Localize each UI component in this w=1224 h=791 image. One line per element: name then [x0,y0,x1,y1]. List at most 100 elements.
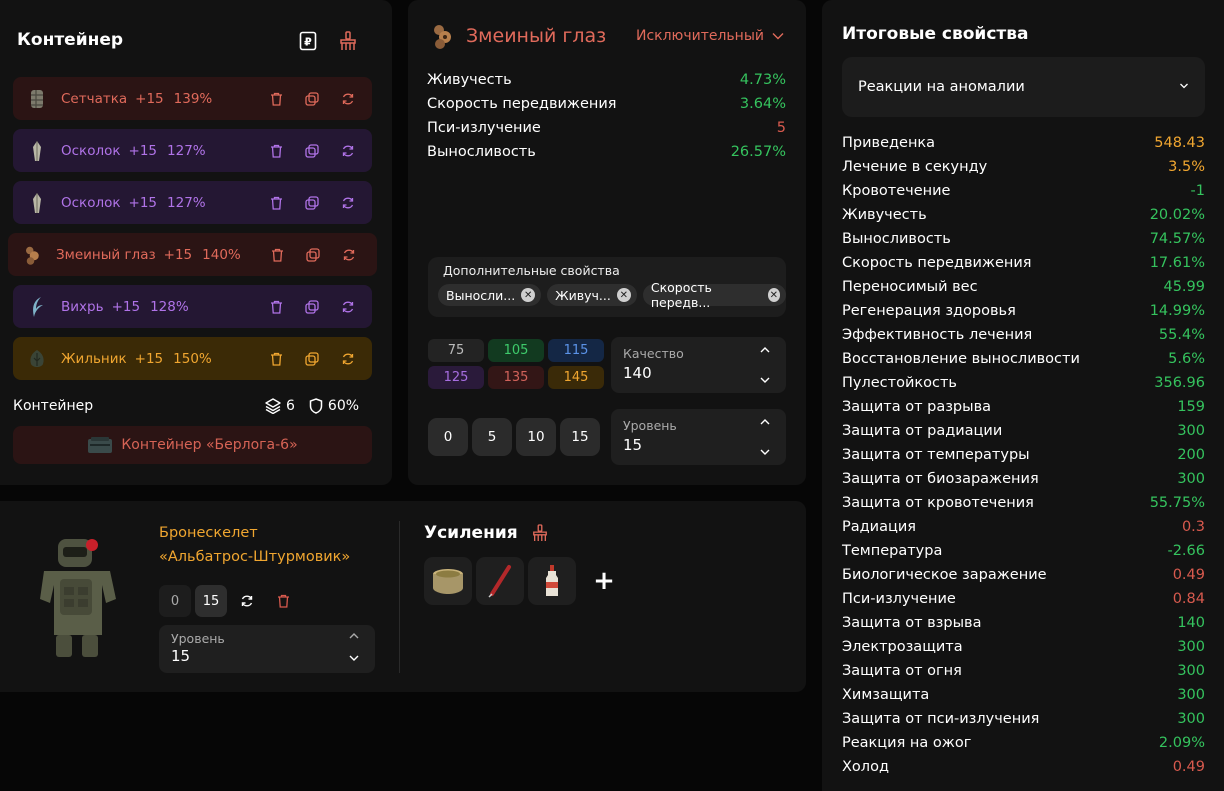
trash-icon[interactable] [268,91,284,107]
refresh-icon[interactable] [231,585,263,617]
trash-icon[interactable] [268,195,284,211]
level-preset-button[interactable]: 5 [472,418,512,456]
property-name: Выносливость [427,144,536,160]
trash-icon[interactable] [268,351,284,367]
total-name: Выносливость [842,231,951,247]
level-preset-button[interactable]: 0 [428,418,468,456]
total-name: Химзащита [842,687,930,703]
refresh-icon[interactable] [340,299,356,315]
chevron-down-icon[interactable] [349,655,359,661]
trash-icon[interactable] [268,299,284,315]
chevron-up-icon[interactable] [760,347,770,353]
quality-preset-button[interactable]: 135 [488,366,544,389]
level-presets: 0 5 10 15 [428,418,600,456]
price-tag-icon[interactable]: ₽ [298,30,318,52]
copy-icon[interactable] [305,247,321,263]
armor-level-0-button[interactable]: 0 [159,585,191,617]
refresh-icon[interactable] [340,351,356,367]
mesh-artifact-icon [27,88,47,110]
boost-slot-bottle[interactable] [528,557,576,605]
snake-eye-artifact-icon [434,25,451,49]
total-name: Кровотечение [842,183,951,199]
chevron-down-icon[interactable] [760,377,770,383]
artifact-row-level: +15 [128,194,158,211]
copy-icon[interactable] [304,351,320,367]
total-row: Температура -2.66 [842,539,1205,563]
extra-property-chip[interactable]: Выносли... ✕ [438,284,542,306]
chevron-down-icon [1180,83,1188,89]
boost-slot-syringe[interactable] [476,557,524,605]
clear-broom-icon[interactable] [532,524,548,542]
level-preset-button[interactable]: 15 [560,418,600,456]
chip-remove-icon[interactable]: ✕ [767,288,780,302]
artifact-row-level: +15 [134,350,164,367]
chevron-up-icon[interactable] [760,419,770,425]
chip-remove-icon[interactable]: ✕ [521,288,536,302]
level-spinner[interactable]: Уровень 15 [611,409,786,465]
container-select-button[interactable]: Контейнер «Берлога-6» [13,426,372,464]
total-name: Приведенка [842,135,936,151]
totals-filter-select[interactable]: Реакции на аномалии [842,57,1205,117]
quality-preset-button[interactable]: 115 [548,339,604,362]
total-value: -1 [1190,183,1205,199]
protection-stat: 60% [309,398,359,414]
quality-preset-button[interactable]: 105 [488,339,544,362]
artifact-row[interactable]: Осколок +15 127% [13,129,372,172]
copy-icon[interactable] [304,195,320,211]
artifact-row[interactable]: Вихрь +15 128% [13,285,372,328]
artifact-row-name: Осколок [61,194,121,211]
total-row: Химзащита 300 [842,683,1205,707]
chevron-up-icon[interactable] [349,633,359,639]
trash-icon[interactable] [267,585,299,617]
armor-level-15-button[interactable]: 15 [195,585,227,617]
artifact-row[interactable]: Сетчатка +15 139% [13,77,372,120]
total-name: Защита от температуры [842,447,1030,463]
armor-image [30,531,130,661]
refresh-icon[interactable] [340,143,356,159]
copy-icon[interactable] [304,143,320,159]
level-preset-button[interactable]: 10 [516,418,556,456]
armor-level-spinner[interactable]: Уровень 15 [159,625,375,673]
quality-dropdown[interactable]: Исключительный [636,28,784,44]
refresh-icon[interactable] [340,91,356,107]
quality-preset-button[interactable]: 125 [428,366,484,389]
add-boost-button[interactable]: + [580,557,628,605]
total-name: Регенерация здоровья [842,303,1016,319]
container-case-icon [88,437,113,453]
total-value: 140 [1177,615,1205,631]
artifact-header: Змеиный глаз [430,22,606,50]
container-stats: 6 60% [265,398,359,414]
total-row: Реакция на ожог 2.09% [842,731,1205,755]
armor-level-label: Уровень [171,631,225,646]
artifact-row-level: +15 [111,298,141,315]
boosts-row: + [424,557,628,605]
extra-property-chip[interactable]: Живуч... ✕ [547,284,637,306]
clear-broom-icon[interactable] [338,30,358,52]
artifact-row[interactable]: Жильник +15 150% [13,337,372,380]
artifact-row-level: +15 [128,142,158,159]
armor-divider [399,521,400,673]
copy-icon[interactable] [304,91,320,107]
total-name: Защита от пси-излучения [842,711,1040,727]
artifact-row[interactable]: Змеиный глаз +15 140% [8,233,377,276]
quality-preset-button[interactable]: 75 [428,339,484,362]
quality-spinner[interactable]: Качество 140 [611,337,786,393]
chip-label: Скорость передв... [650,280,712,310]
boosts-title: Усиления [424,523,518,543]
trash-icon[interactable] [268,143,284,159]
bottle-icon [546,565,558,596]
refresh-icon[interactable] [340,195,356,211]
artifact-row[interactable]: Осколок +15 127% [13,181,372,224]
trash-icon[interactable] [269,247,285,263]
boost-slot-pot[interactable] [424,557,472,605]
chip-remove-icon[interactable]: ✕ [616,288,631,302]
quality-preset-button[interactable]: 145 [548,366,604,389]
armor-name-line1: Бронескелет [159,525,258,541]
protection-value: 60% [327,398,360,414]
refresh-icon[interactable] [341,247,357,263]
copy-icon[interactable] [304,299,320,315]
extra-properties-box[interactable]: Дополнительные свойства Выносли... ✕ Живу… [428,257,786,317]
total-value: 300 [1177,471,1205,487]
chevron-down-icon[interactable] [760,449,770,455]
extra-property-chip[interactable]: Скорость передв... ✕ [642,280,786,310]
